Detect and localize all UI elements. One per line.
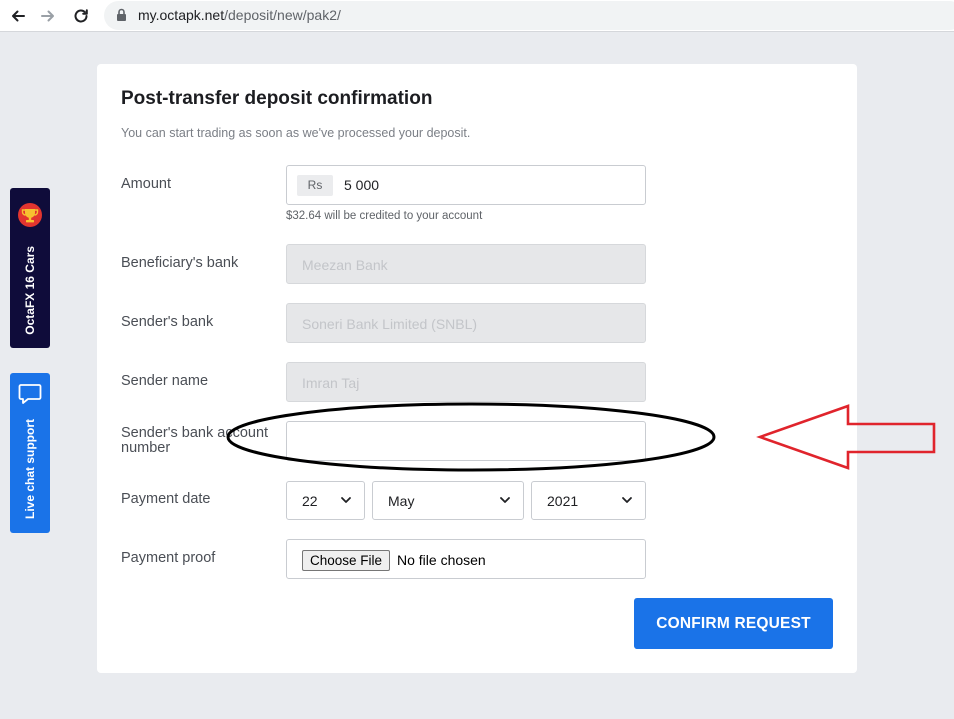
file-status-text: No file chosen	[397, 552, 486, 568]
sender-account-number-input[interactable]	[286, 421, 646, 461]
chevron-down-icon	[341, 497, 351, 503]
currency-badge: Rs	[297, 175, 333, 196]
payment-proof-label: Payment proof	[121, 550, 216, 566]
beneficiary-bank-value: Meezan Bank	[302, 257, 388, 273]
sender-bank-label: Sender's bank	[121, 314, 214, 330]
contest-side-tab[interactable]: OctaFX 16 Cars	[10, 188, 50, 348]
sender-account-label: Sender's bank account number	[121, 426, 268, 456]
chat-bubble-icon	[18, 384, 42, 404]
chevron-down-icon	[500, 497, 510, 503]
sender-name-value: Imran Taj	[302, 375, 360, 391]
url-host: my.octapk.net	[138, 7, 225, 23]
payment-proof-file-input: Choose File No file chosen	[286, 539, 646, 579]
trophy-icon	[18, 203, 42, 227]
browser-toolbar: my.octapk.net/deposit/new/pak2/	[0, 0, 954, 32]
credit-helper-text: $32.64 will be credited to your account	[286, 210, 483, 222]
day-select[interactable]: 22	[286, 481, 365, 520]
amount-input[interactable]: Rs 5 000	[286, 165, 646, 205]
year-value: 2021	[547, 493, 579, 509]
sender-name-label: Sender name	[121, 373, 209, 389]
contest-tab-label: OctaFX 16 Cars	[23, 246, 37, 335]
live-chat-tab-label: Live chat support	[23, 419, 37, 520]
address-bar[interactable]: my.octapk.net/deposit/new/pak2/	[104, 1, 954, 30]
sender-bank-value: Soneri Bank Limited (SNBL)	[302, 316, 478, 332]
reload-icon[interactable]	[69, 4, 93, 28]
page-title: Post-transfer deposit confirmation	[121, 88, 433, 109]
url-text: my.octapk.net/deposit/new/pak2/	[138, 7, 341, 23]
confirm-request-button[interactable]: CONFIRM REQUEST	[634, 598, 833, 649]
sender-name-field: Imran Taj	[286, 362, 646, 402]
chevron-down-icon	[622, 497, 632, 503]
amount-value: 5 000	[344, 177, 380, 193]
live-chat-side-tab[interactable]: Live chat support	[10, 373, 50, 533]
year-select[interactable]: 2021	[531, 481, 646, 520]
payment-date-label: Payment date	[121, 491, 211, 507]
month-select[interactable]: May	[372, 481, 524, 520]
day-value: 22	[302, 493, 318, 509]
beneficiary-bank-field: Meezan Bank	[286, 244, 646, 284]
month-value: May	[388, 493, 415, 509]
sender-bank-field: Soneri Bank Limited (SNBL)	[286, 303, 646, 343]
beneficiary-bank-label: Beneficiary's bank	[121, 255, 239, 271]
deposit-confirmation-card: Post-transfer deposit confirmation You c…	[97, 64, 857, 673]
lock-icon	[117, 8, 126, 21]
choose-file-button[interactable]: Choose File	[302, 550, 391, 571]
amount-label: Amount	[121, 176, 171, 192]
url-path: /deposit/new/pak2/	[224, 7, 341, 23]
back-arrow-icon[interactable]	[6, 4, 30, 28]
sender-account-label-line1: Sender's bank account	[121, 425, 269, 441]
forward-arrow-icon[interactable]	[36, 4, 60, 28]
page-subtitle: You can start trading as soon as we've p…	[121, 126, 471, 140]
sender-account-label-line2: number	[121, 440, 171, 456]
